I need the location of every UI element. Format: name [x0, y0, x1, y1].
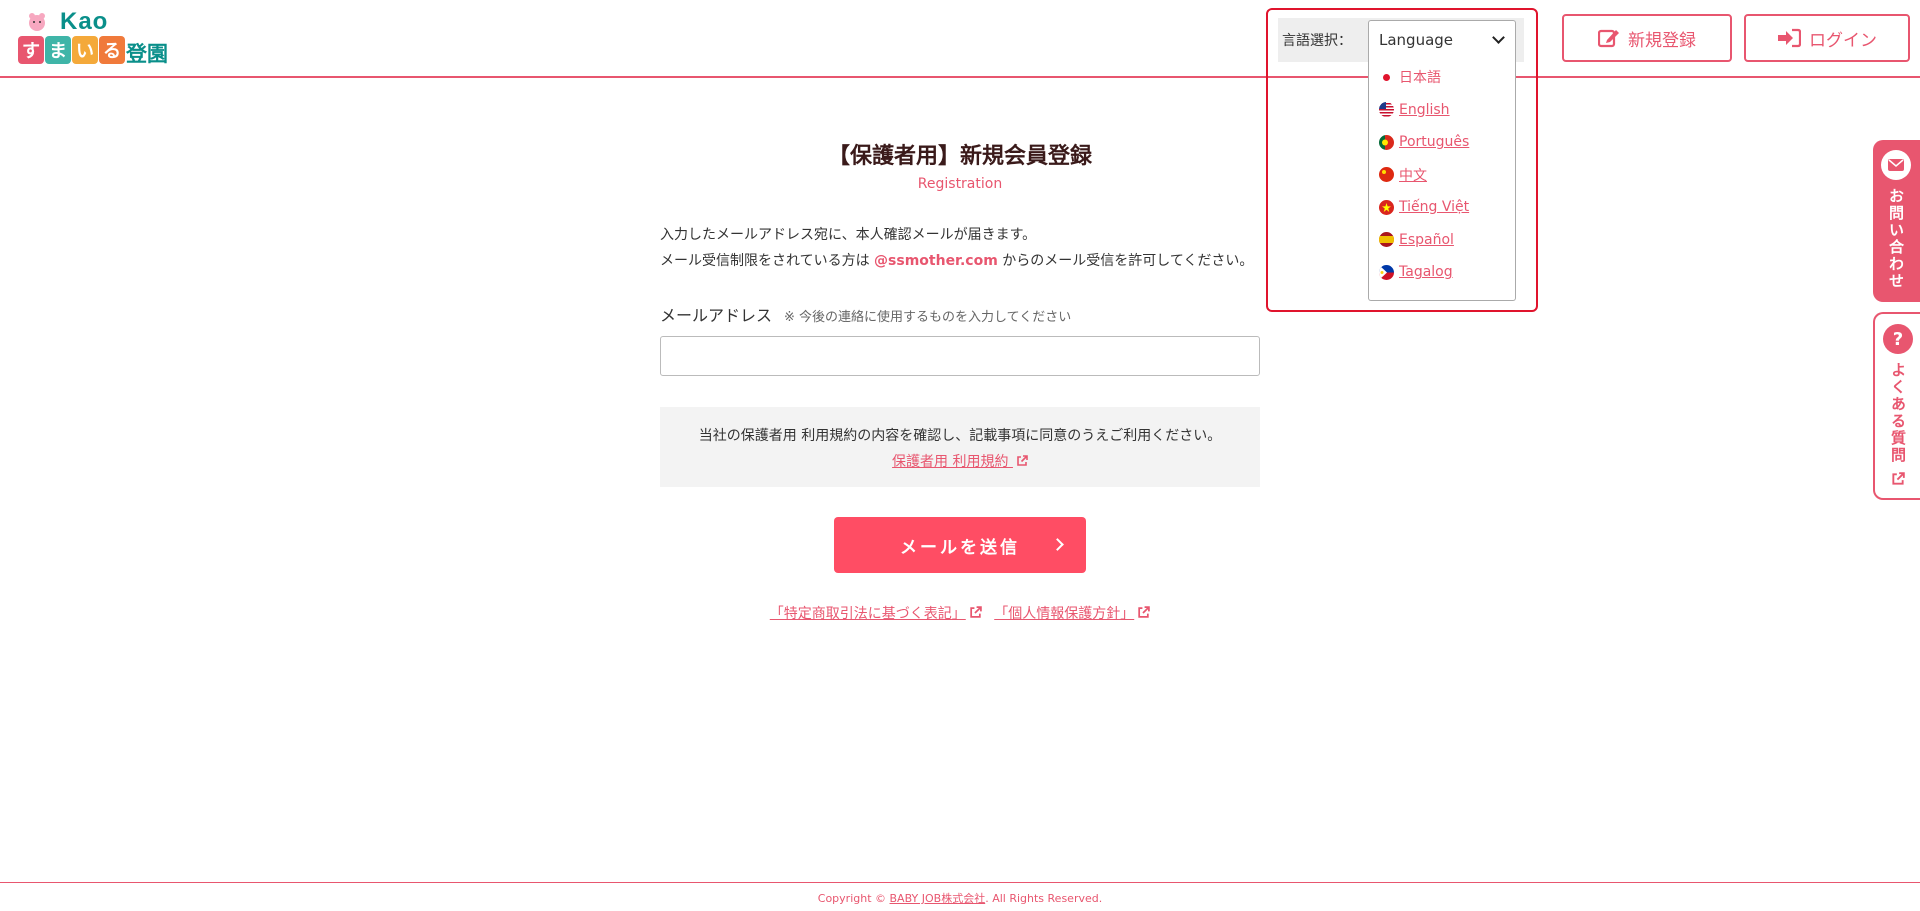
language-select[interactable]: Language	[1368, 20, 1516, 58]
login-button[interactable]: ログイン	[1744, 14, 1910, 62]
language-option-label: Tiếng Việt	[1399, 199, 1470, 216]
tokusho-link[interactable]: 「特定商取引法に基づく表記」	[770, 606, 982, 622]
login-button-label: ログイン	[1809, 30, 1877, 51]
language-option-label: Español	[1399, 231, 1454, 248]
logo-block: す	[18, 36, 44, 64]
email-label-text: メールアドレス	[660, 306, 773, 325]
copyright-post: . All Rights Reserved.	[985, 892, 1103, 905]
language-option-en[interactable]: English	[1369, 94, 1515, 127]
language-option-es[interactable]: Español	[1369, 224, 1515, 257]
language-option-label: 中文	[1399, 167, 1427, 184]
faq-tab[interactable]: ? よくある質問	[1873, 312, 1920, 500]
legal-links: 「特定商取引法に基づく表記」 「個人情報保護方針」	[660, 603, 1260, 623]
language-dropdown-list: 日本語 English Português 中文 Tiếng Việt Espa…	[1368, 57, 1516, 301]
edit-icon	[1598, 29, 1619, 48]
registration-description: 入力したメールアドレス宛に、本人確認メールが届きます。 メール受信制限をされてい…	[660, 222, 1260, 274]
header: Kao す ま い る 登園 言語選択： Language 日本語 Englis…	[0, 0, 1920, 312]
company-link[interactable]: BABY JOB株式会社	[890, 892, 986, 905]
terms-link-label: 保護者用 利用規約	[892, 454, 1009, 470]
registration-form: 【保護者用】新規会員登録 Registration 入力したメールアドレス宛に、…	[660, 138, 1260, 623]
chevron-right-icon	[1051, 538, 1064, 551]
description-line-2: メール受信制限をされている方は @ssmother.com からのメール受信を許…	[660, 248, 1260, 274]
external-link-icon	[970, 606, 982, 618]
chevron-down-icon	[1492, 31, 1505, 44]
email-input[interactable]	[660, 336, 1260, 376]
vietnam-flag-icon	[1379, 199, 1394, 215]
external-link-icon	[1138, 606, 1151, 618]
philippines-flag-icon	[1379, 264, 1394, 280]
question-icon: ?	[1883, 324, 1913, 354]
page-subtitle: Registration	[917, 176, 1003, 192]
logo-brand: Kao	[60, 8, 109, 35]
language-select-value: Language	[1379, 31, 1454, 49]
email-field-label: メールアドレス ※ 今後の連絡に使用するものを入力してください	[660, 302, 1260, 326]
description-line-2-pre: メール受信制限をされている方は	[660, 253, 875, 269]
logo-block: る	[99, 36, 125, 64]
portugal-flag-icon	[1379, 134, 1394, 150]
sign-in-icon	[1778, 28, 1801, 48]
contact-tab[interactable]: お問い合わせ	[1873, 140, 1920, 302]
privacy-link-label: 「個人情報保護方針」	[994, 606, 1135, 622]
us-flag-icon	[1379, 102, 1394, 118]
tokusho-link-label: 「特定商取引法に基づく表記」	[769, 606, 966, 622]
send-email-button[interactable]: メールを送信	[834, 517, 1086, 573]
description-line-1: 入力したメールアドレス宛に、本人確認メールが届きます。	[660, 227, 1037, 243]
bear-mascot-icon	[29, 13, 45, 31]
send-email-button-label: メールを送信	[900, 537, 1020, 558]
language-option-label: 日本語	[1399, 70, 1441, 87]
contact-tab-label: お問い合わせ	[1887, 188, 1905, 290]
language-option-label: English	[1399, 101, 1450, 118]
copyright-pre: Copyright ©	[817, 892, 890, 905]
register-button-label: 新規登録	[1628, 30, 1696, 51]
logo-blocks: す ま い る	[18, 36, 126, 64]
language-option-vi[interactable]: Tiếng Việt	[1369, 191, 1515, 224]
faq-tab-label: よくある質問	[1889, 362, 1907, 464]
external-link-icon	[1017, 455, 1028, 466]
register-button[interactable]: 新規登録	[1562, 14, 1732, 62]
language-label: 言語選択：	[1282, 33, 1352, 49]
external-link-icon	[1892, 472, 1905, 485]
logo-suffix: 登園	[126, 42, 168, 66]
terms-text: 当社の保護者用 利用規約の内容を確認し、記載事項に同意のうえご利用ください。	[698, 428, 1222, 444]
email-label-note: ※ 今後の連絡に使用するものを入力してください	[784, 310, 1072, 325]
terms-box: 当社の保護者用 利用規約の内容を確認し、記載事項に同意のうえご利用ください。 保…	[660, 407, 1260, 487]
envelope-icon	[1881, 150, 1911, 180]
terms-link[interactable]: 保護者用 利用規約	[892, 451, 1028, 471]
language-option-ja[interactable]: 日本語	[1369, 61, 1515, 94]
spain-flag-icon	[1379, 232, 1394, 248]
language-option-label: Tagalog	[1399, 264, 1453, 281]
china-flag-icon	[1379, 167, 1394, 183]
language-option-label: Português	[1399, 134, 1470, 151]
allowed-email-domain: @ssmother.com	[874, 253, 998, 269]
site-logo[interactable]: Kao す ま い る 登園	[18, 8, 178, 68]
logo-block: ま	[45, 36, 71, 64]
language-option-tl[interactable]: Tagalog	[1369, 256, 1515, 289]
language-option-pt[interactable]: Português	[1369, 126, 1515, 159]
language-selector-highlight: 言語選択： Language 日本語 English Português 中文 …	[1266, 8, 1538, 312]
privacy-policy-link[interactable]: 「個人情報保護方針」	[994, 606, 1151, 622]
footer: Copyright © BABY JOB株式会社. All Rights Res…	[0, 882, 1920, 911]
language-option-zh[interactable]: 中文	[1369, 159, 1515, 192]
logo-block: い	[72, 36, 98, 64]
description-line-2-post: からのメール受信を許可してください。	[997, 253, 1254, 269]
page-title: 【保護者用】新規会員登録	[827, 144, 1092, 169]
current-indicator-icon	[1383, 73, 1390, 81]
